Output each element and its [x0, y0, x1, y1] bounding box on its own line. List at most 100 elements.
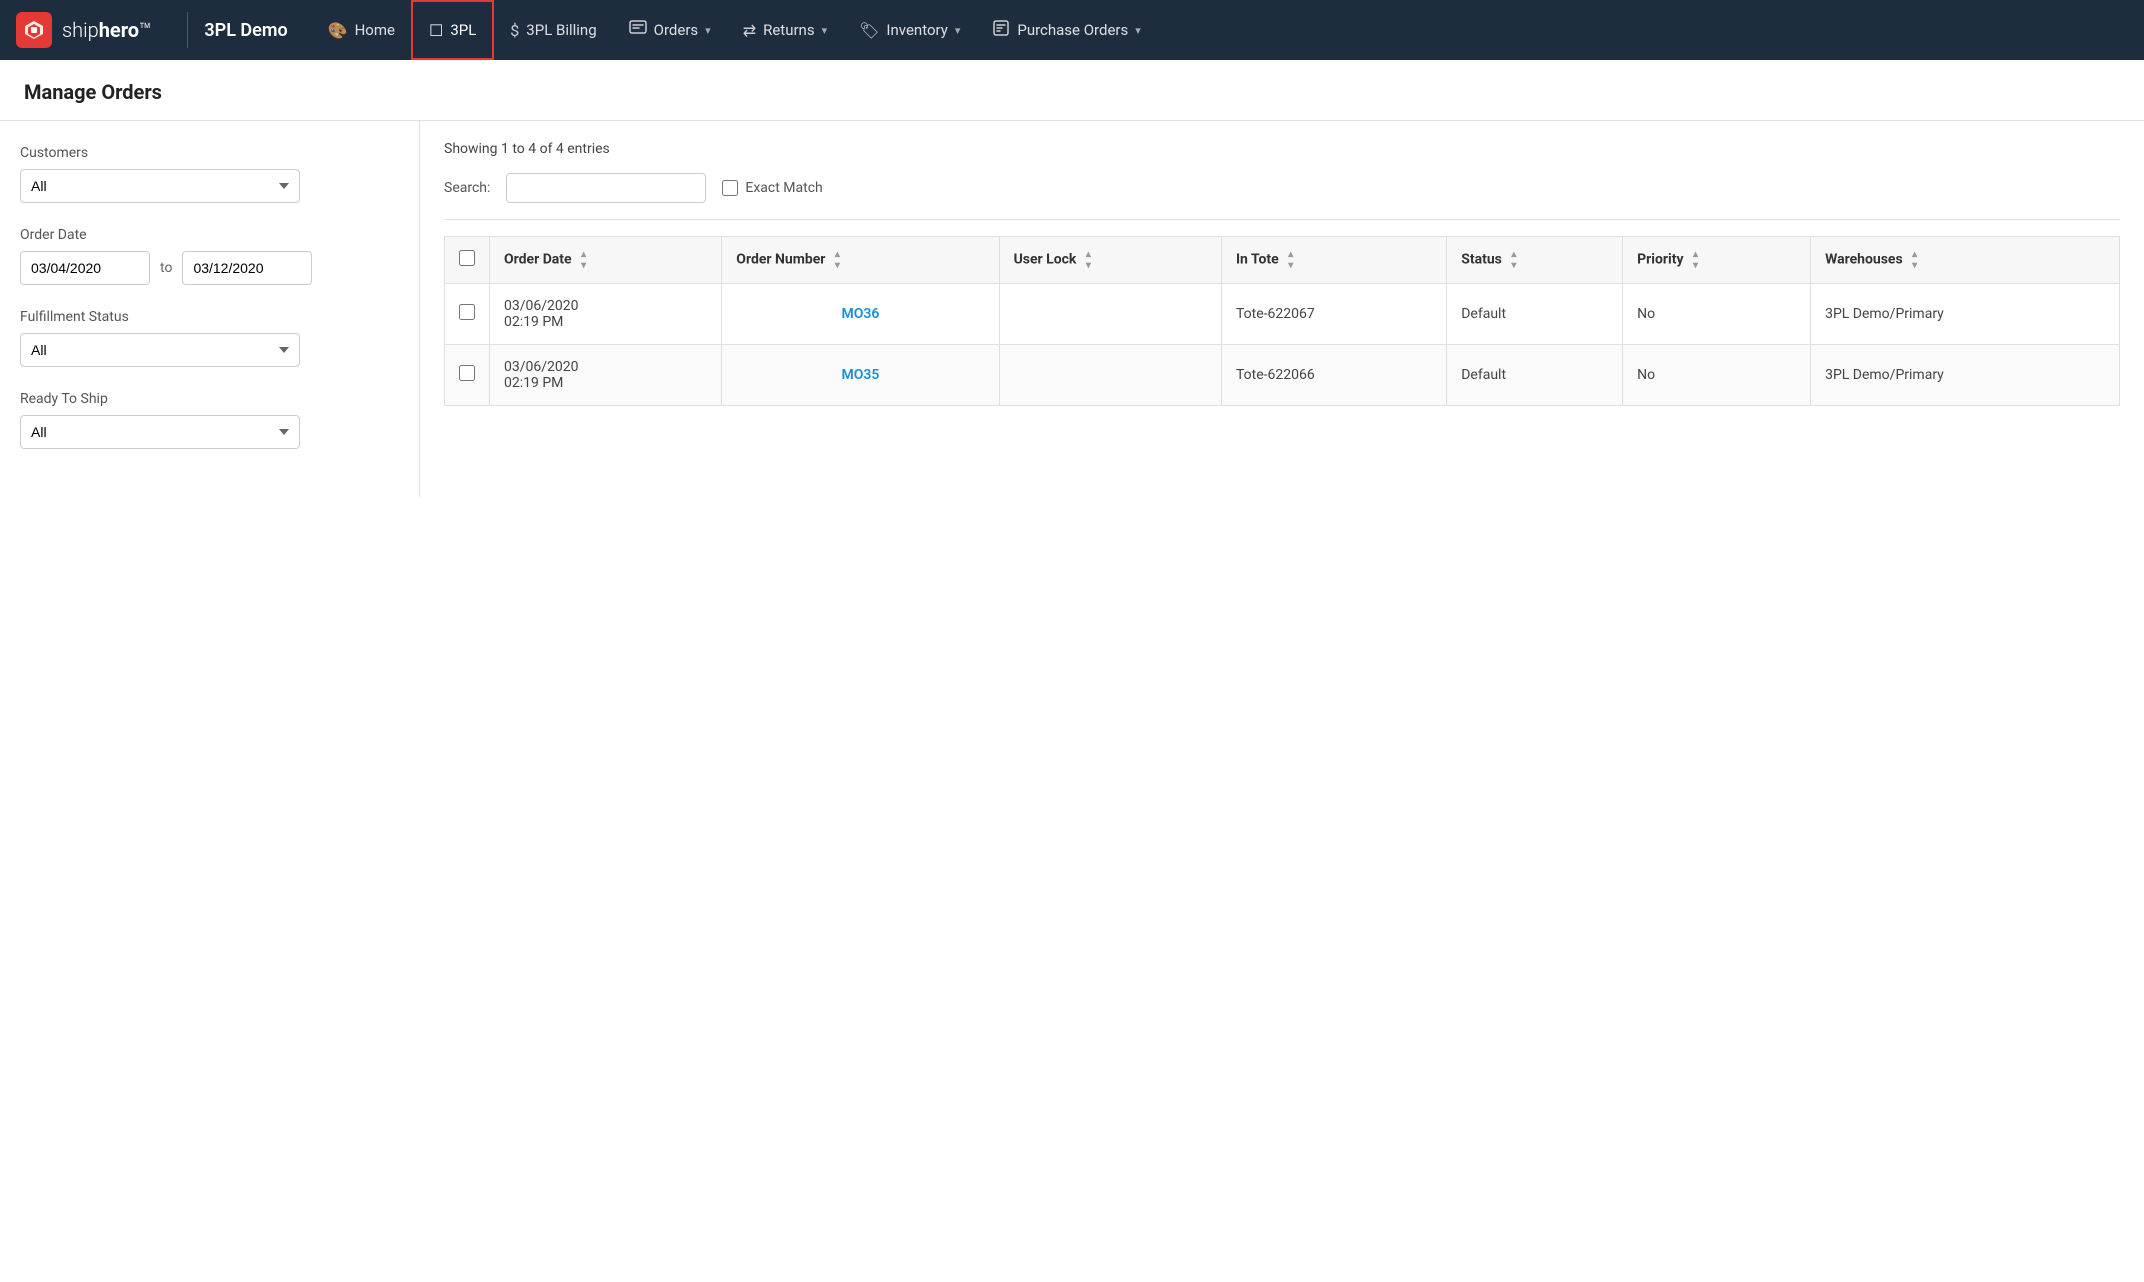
row1-order-number[interactable]: MO36 — [722, 284, 999, 345]
orders-table: Order Date ▴▾ Order Number ▴▾ User Lock … — [444, 236, 2120, 406]
date-from-input[interactable] — [20, 251, 150, 285]
header-in-tote[interactable]: In Tote ▴▾ — [1221, 237, 1446, 284]
table-header-row: Order Date ▴▾ Order Number ▴▾ User Lock … — [445, 237, 2120, 284]
header-warehouses[interactable]: Warehouses ▴▾ — [1811, 237, 2120, 284]
order-date-filter: Order Date to — [20, 227, 399, 285]
brand[interactable]: shiphero™ — [16, 12, 151, 48]
row1-checkbox-cell — [445, 284, 490, 345]
row1-user-lock — [999, 284, 1221, 345]
table-row: 03/06/202002:19 PM MO35 Tote-622066 Defa… — [445, 345, 2120, 406]
inventory-chevron: ▾ — [955, 24, 961, 37]
ready-to-ship-select[interactable]: All — [20, 415, 300, 449]
logo-icon — [16, 12, 52, 48]
page-content: Customers All Order Date to Fulfillment … — [0, 121, 2144, 497]
order-number-sort[interactable]: ▴▾ — [835, 249, 840, 271]
priority-sort[interactable]: ▴▾ — [1693, 249, 1698, 271]
table-area: Showing 1 to 4 of 4 entries Search: Exac… — [420, 121, 2144, 497]
date-range: to — [20, 251, 399, 285]
date-to-input[interactable] — [182, 251, 312, 285]
nav-label-home: Home — [355, 21, 395, 39]
header-checkbox-cell — [445, 237, 490, 284]
row2-checkbox[interactable] — [459, 365, 475, 381]
in-tote-sort[interactable]: ▴▾ — [1288, 249, 1293, 271]
nav-item-3pl-billing[interactable]: $ 3PL Billing — [494, 0, 612, 60]
header-in-tote-label: In Tote — [1236, 252, 1279, 268]
nav-label-orders: Orders — [654, 21, 699, 39]
header-order-date[interactable]: Order Date ▴▾ — [490, 237, 722, 284]
purchase-orders-icon — [992, 20, 1010, 40]
row2-warehouses: 3PL Demo/Primary — [1811, 345, 2120, 406]
exact-match-checkbox[interactable] — [722, 180, 738, 196]
home-icon: 🎨 — [328, 21, 348, 40]
order-date-label: Order Date — [20, 227, 399, 243]
brand-name: shiphero™ — [62, 18, 151, 42]
exact-match-label: Exact Match — [745, 180, 822, 196]
page-wrapper: Manage Orders Customers All Order Date t… — [0, 60, 2144, 1282]
row2-order-number[interactable]: MO35 — [722, 345, 999, 406]
row2-in-tote: Tote-622066 — [1221, 345, 1446, 406]
header-priority-label: Priority — [1637, 252, 1683, 268]
status-sort[interactable]: ▴▾ — [1511, 249, 1516, 271]
nav-item-returns[interactable]: ⇄ Returns ▾ — [727, 0, 843, 60]
nav-label-returns: Returns — [763, 21, 814, 39]
fulfillment-status-label: Fulfillment Status — [20, 309, 399, 325]
navbar: shiphero™ 3PL Demo 🎨 Home ☐ 3PL $ 3PL Bi… — [0, 0, 2144, 60]
header-user-lock[interactable]: User Lock ▴▾ — [999, 237, 1221, 284]
search-label: Search: — [444, 180, 490, 196]
inventory-icon: 🏷 — [859, 21, 879, 40]
nav-items: 🎨 Home ☐ 3PL $ 3PL Billing Orders ▾ ⇄ Re… — [312, 0, 2128, 60]
nav-item-inventory[interactable]: 🏷 Inventory ▾ — [843, 0, 976, 60]
orders-chevron: ▾ — [705, 24, 711, 37]
row1-order-date: 03/06/202002:19 PM — [490, 284, 722, 345]
page-title: Manage Orders — [24, 80, 2120, 104]
row2-user-lock — [999, 345, 1221, 406]
header-order-number-label: Order Number — [736, 252, 825, 268]
po-chevron: ▾ — [1135, 24, 1141, 37]
nav-item-orders[interactable]: Orders ▾ — [613, 0, 727, 60]
filters-panel: Customers All Order Date to Fulfillment … — [0, 121, 420, 497]
table-row: 03/06/202002:19 PM MO36 Tote-622067 Defa… — [445, 284, 2120, 345]
nav-divider — [187, 12, 188, 48]
ready-to-ship-filter: Ready To Ship All — [20, 391, 399, 449]
warehouses-sort[interactable]: ▴▾ — [1912, 249, 1917, 271]
header-priority[interactable]: Priority ▴▾ — [1623, 237, 1811, 284]
header-warehouses-label: Warehouses — [1825, 252, 1903, 268]
user-lock-sort[interactable]: ▴▾ — [1086, 249, 1091, 271]
search-bar: Search: Exact Match — [444, 173, 2120, 220]
app-title: 3PL Demo — [204, 20, 287, 41]
customers-select[interactable]: All — [20, 169, 300, 203]
nav-label-billing: 3PL Billing — [526, 21, 596, 39]
returns-chevron: ▾ — [822, 24, 828, 37]
customers-filter: Customers All — [20, 145, 399, 203]
nav-item-home[interactable]: 🎨 Home — [312, 0, 411, 60]
header-user-lock-label: User Lock — [1014, 252, 1077, 268]
exact-match-container: Exact Match — [722, 180, 822, 196]
nav-label-inventory: Inventory — [886, 21, 947, 39]
page-header: Manage Orders — [0, 60, 2144, 121]
fulfillment-status-filter: Fulfillment Status All — [20, 309, 399, 367]
row1-priority: No — [1623, 284, 1811, 345]
row1-in-tote: Tote-622067 — [1221, 284, 1446, 345]
row2-checkbox-cell — [445, 345, 490, 406]
header-status[interactable]: Status ▴▾ — [1447, 237, 1623, 284]
header-order-date-label: Order Date — [504, 252, 572, 268]
date-separator: to — [160, 260, 172, 276]
nav-label-po: Purchase Orders — [1017, 21, 1128, 39]
returns-icon: ⇄ — [743, 21, 756, 40]
billing-icon: $ — [510, 21, 519, 40]
header-order-number[interactable]: Order Number ▴▾ — [722, 237, 999, 284]
row2-status: Default — [1447, 345, 1623, 406]
nav-item-3pl[interactable]: ☐ 3PL — [411, 0, 494, 60]
orders-icon — [629, 20, 647, 40]
row2-priority: No — [1623, 345, 1811, 406]
row2-order-date: 03/06/202002:19 PM — [490, 345, 722, 406]
select-all-checkbox[interactable] — [459, 250, 475, 266]
fulfillment-status-select[interactable]: All — [20, 333, 300, 367]
row1-checkbox[interactable] — [459, 304, 475, 320]
nav-item-purchase-orders[interactable]: Purchase Orders ▾ — [976, 0, 1156, 60]
3pl-icon: ☐ — [429, 21, 443, 40]
order-date-sort[interactable]: ▴▾ — [581, 249, 586, 271]
search-input[interactable] — [506, 173, 706, 203]
header-status-label: Status — [1461, 252, 1502, 268]
entries-info: Showing 1 to 4 of 4 entries — [444, 141, 2120, 157]
